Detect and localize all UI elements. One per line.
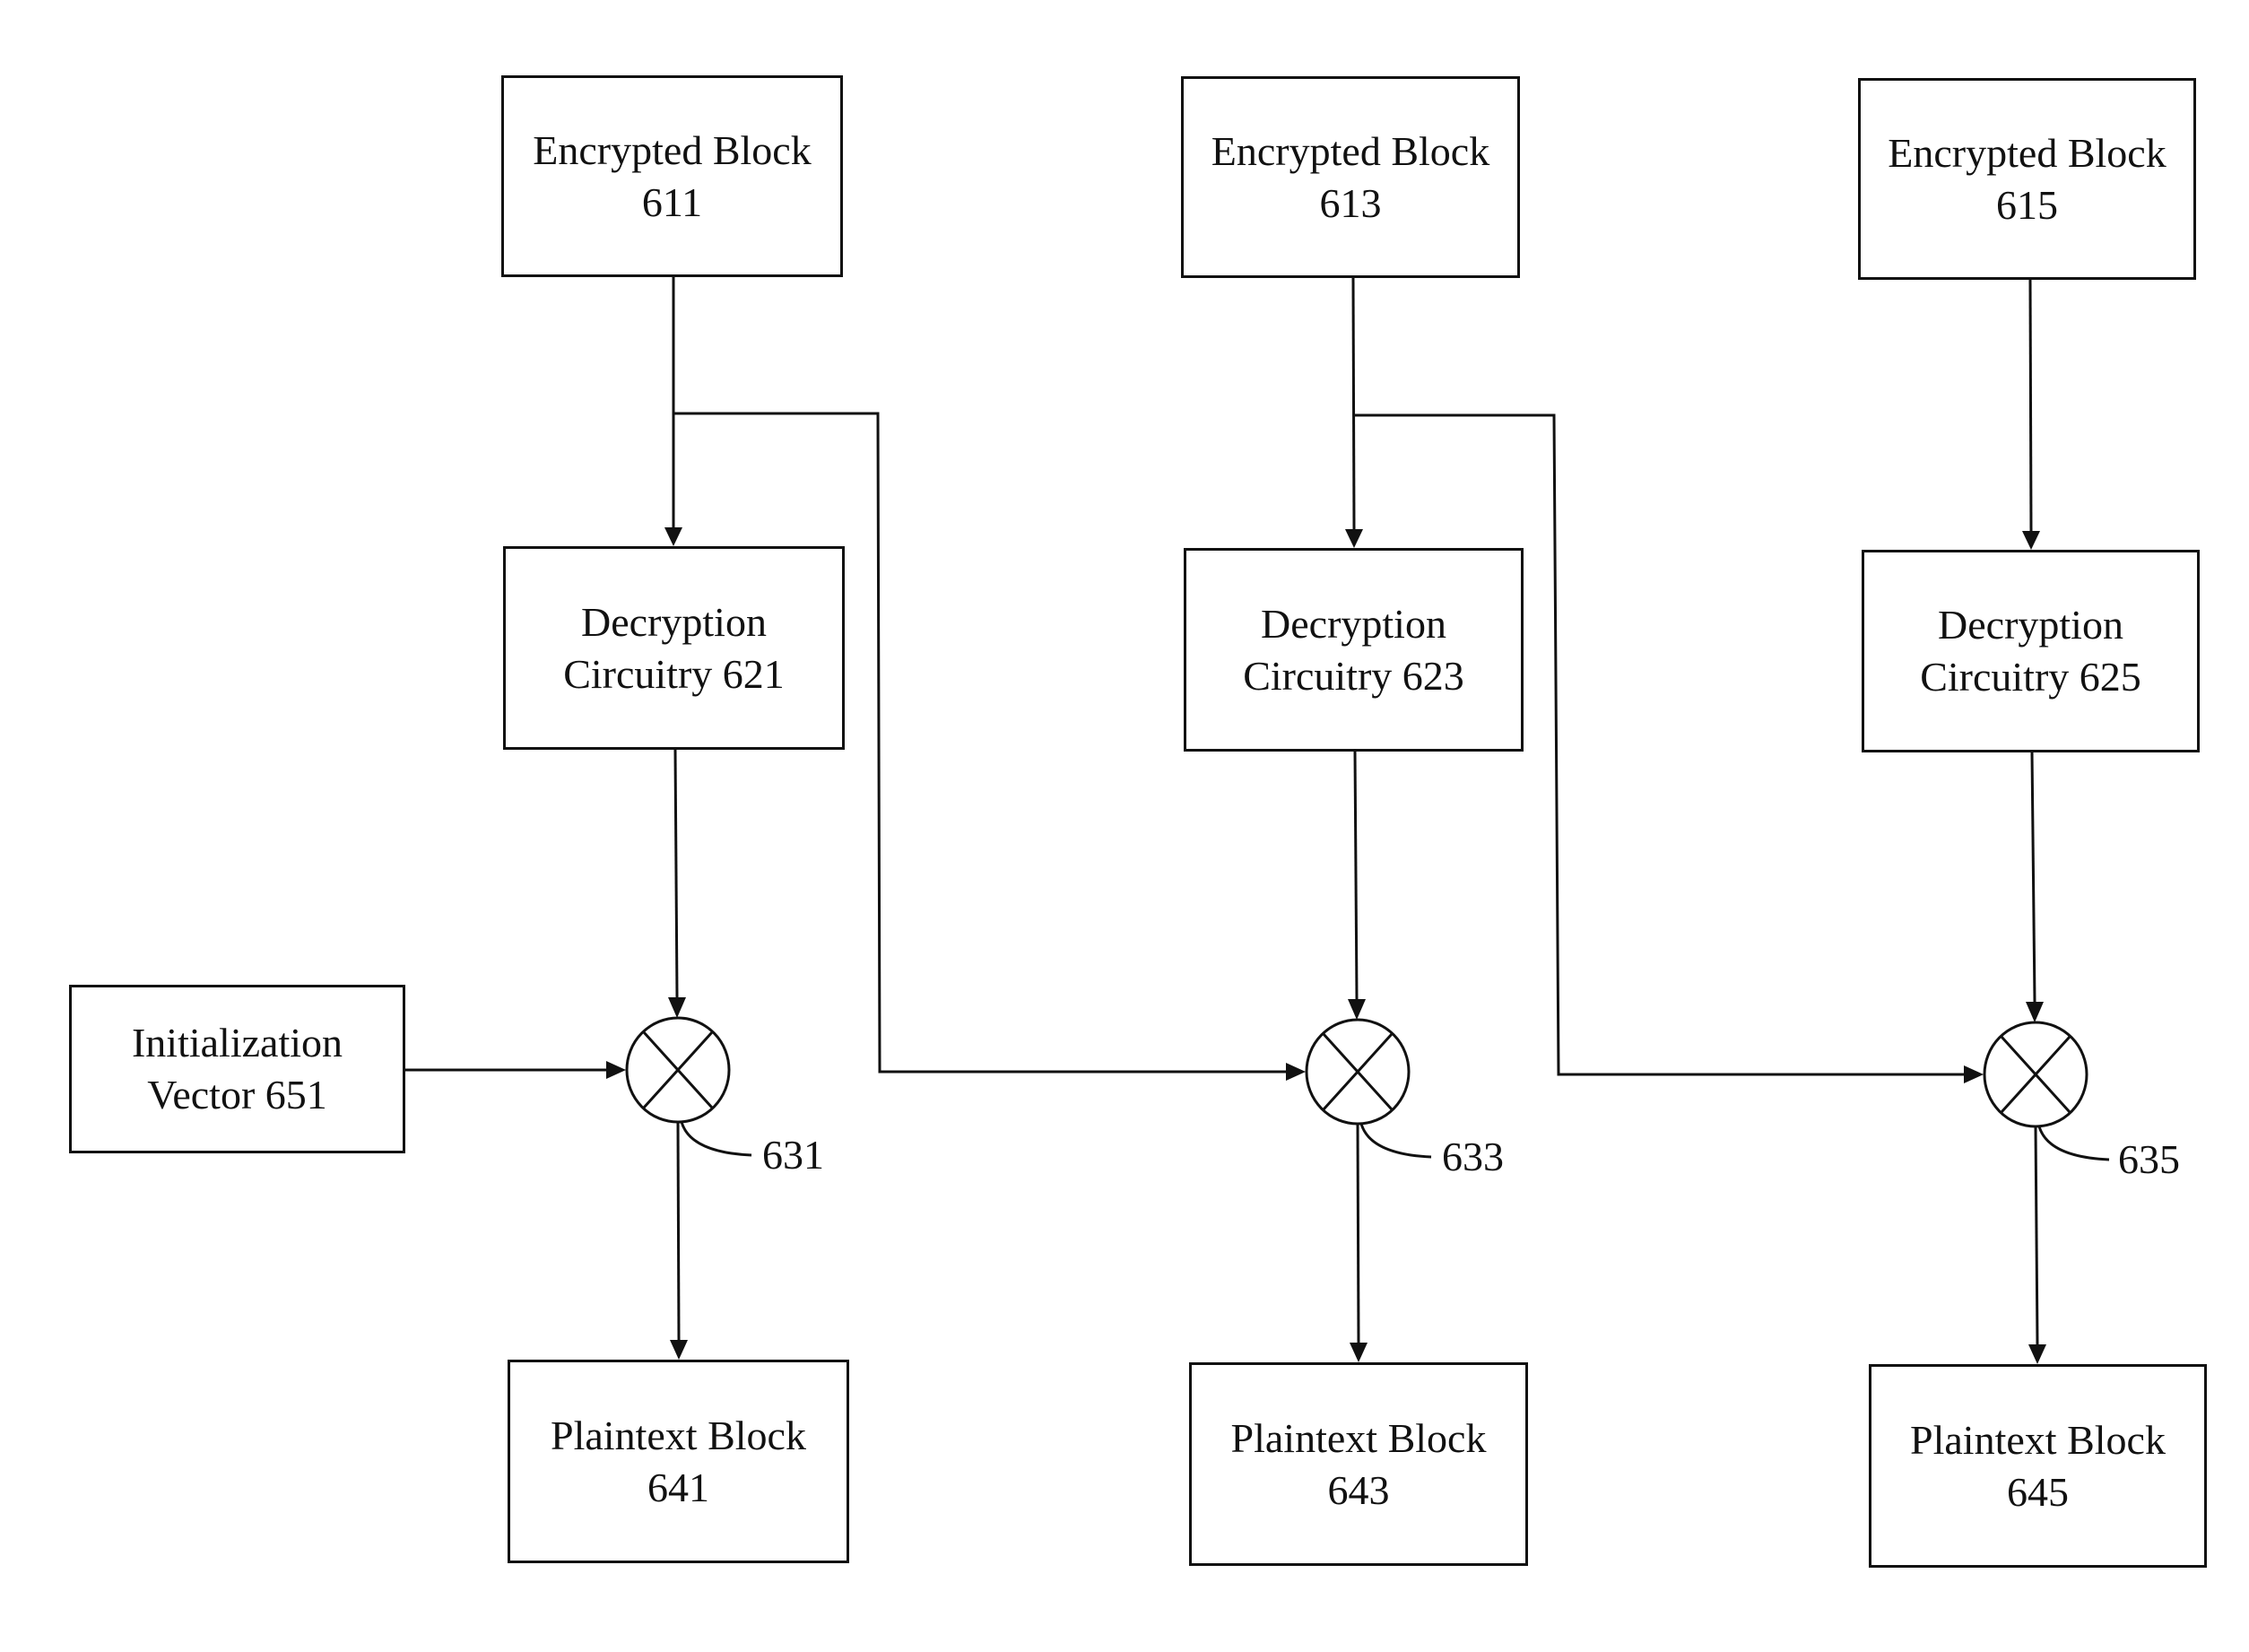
encrypted-block-611: Encrypted Block 611 xyxy=(501,75,843,277)
encrypted-block-615: Encrypted Block 615 xyxy=(1858,78,2196,280)
plaintext-block-label: Plaintext Block xyxy=(1230,1414,1487,1461)
plaintext-block-645: Plaintext Block 645 xyxy=(1869,1364,2207,1568)
arrowhead-xor631-left xyxy=(606,1061,626,1079)
arrow-enc613-to-dec623 xyxy=(1351,277,1356,530)
arrowhead-xor631-top xyxy=(668,997,686,1018)
xor-operator-635 xyxy=(1983,1021,2088,1128)
decryption-circuitry-label: Decryption xyxy=(581,598,767,645)
arrowhead-xor635-top xyxy=(2026,1002,2044,1022)
arrowhead-plain645 xyxy=(2028,1344,2046,1364)
leader-631 xyxy=(680,1121,752,1157)
plaintext-block-641: Plaintext Block 641 xyxy=(508,1360,849,1563)
arrow-xor631-to-plain641 xyxy=(676,1121,681,1341)
arrow-xor635-to-plain645 xyxy=(2034,1126,2039,1345)
arrowhead-xor633-left xyxy=(1286,1063,1306,1081)
encrypted-block-number: 615 xyxy=(1996,181,2058,228)
xor-label-635: 635 xyxy=(2118,1136,2180,1182)
decryption-circuitry-label: Decryption xyxy=(1261,600,1446,647)
arrowhead-plain641 xyxy=(670,1340,688,1360)
decryption-circuitry-625: Decryption Circuitry 625 xyxy=(1862,550,2200,752)
encrypted-block-number: 611 xyxy=(641,178,703,225)
encrypted-block-label: Encrypted Block xyxy=(1888,129,2167,176)
initialization-vector-label: Initialization xyxy=(131,1020,343,1065)
plaintext-block-643: Plaintext Block 643 xyxy=(1189,1362,1528,1566)
xor-label-631: 631 xyxy=(762,1132,824,1178)
arrow-enc615-to-dec625 xyxy=(2028,279,2033,532)
plaintext-block-number: 645 xyxy=(2007,1468,2069,1515)
encrypted-block-number: 613 xyxy=(1319,179,1382,226)
decryption-circuitry-number: Circuitry 621 xyxy=(563,650,785,697)
arrowhead-xor635-left xyxy=(1964,1065,1984,1083)
decryption-circuitry-number: Circuitry 623 xyxy=(1243,652,1464,699)
arrowhead-dec625 xyxy=(2022,531,2040,550)
encrypted-block-label: Encrypted Block xyxy=(1211,127,1490,174)
arrowhead-dec623 xyxy=(1345,529,1363,548)
leader-635 xyxy=(2037,1126,2110,1161)
arrowhead-dec621 xyxy=(664,527,682,546)
plaintext-block-number: 643 xyxy=(1327,1466,1390,1513)
decryption-circuitry-621: Decryption Circuitry 621 xyxy=(503,546,845,750)
xor-label-633: 633 xyxy=(1442,1134,1504,1179)
decryption-circuitry-label: Decryption xyxy=(1938,602,2123,648)
encrypted-block-613: Encrypted Block 613 xyxy=(1181,76,1520,278)
arrow-dec623-to-xor633 xyxy=(1353,751,1359,1000)
arrow-dec621-to-xor631 xyxy=(673,749,679,998)
initialization-vector-number: Vector 651 xyxy=(147,1072,327,1117)
arrowhead-xor633-top xyxy=(1348,999,1366,1020)
plaintext-block-label: Plaintext Block xyxy=(551,1412,806,1458)
encrypted-block-label: Encrypted Block xyxy=(533,126,812,173)
xor-operator-633 xyxy=(1305,1018,1411,1126)
plaintext-block-label: Plaintext Block xyxy=(1910,1416,2166,1463)
decryption-circuitry-number: Circuitry 625 xyxy=(1920,654,2141,700)
xor-operator-631 xyxy=(625,1016,731,1124)
initialization-vector-651: Initialization Vector 651 xyxy=(69,985,405,1153)
arrow-xor633-to-plain643 xyxy=(1356,1123,1360,1343)
leader-633 xyxy=(1359,1123,1432,1159)
arrow-dec625-to-xor635 xyxy=(2030,752,2036,1003)
arrowhead-plain643 xyxy=(1350,1343,1368,1362)
plaintext-block-number: 641 xyxy=(647,1464,709,1510)
decryption-circuitry-623: Decryption Circuitry 623 xyxy=(1184,548,1524,752)
